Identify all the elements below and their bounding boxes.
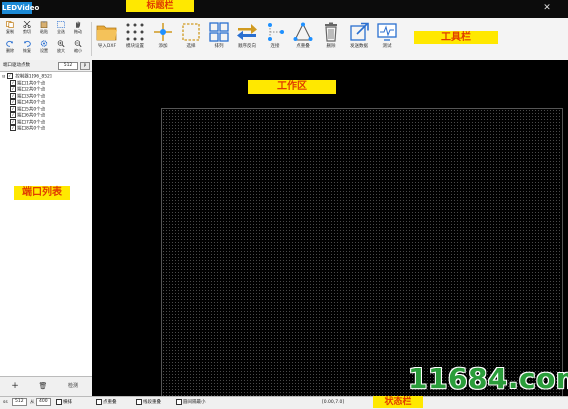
hand-icon	[76, 21, 81, 28]
title-bar-annotation: 标题栏	[126, 0, 194, 12]
tree-checkbox[interactable]: ✓	[10, 112, 16, 118]
port-points-label: 端口驱动点数	[3, 63, 30, 68]
select-button[interactable]: 选择	[177, 20, 205, 58]
zoom-out-button[interactable]: 缩小	[71, 39, 85, 57]
tree-checkbox[interactable]: ✓	[10, 118, 16, 125]
port-points-header: 端口驱动点数 512 P	[0, 60, 92, 72]
status-check-4[interactable]: 圆间隔最小	[176, 397, 206, 408]
tree-item-port-8[interactable]: ✓ 端口8共0个点	[2, 125, 90, 132]
connect-icon	[268, 23, 284, 41]
add-button[interactable]: 添加	[149, 20, 177, 58]
module-grid-icon	[126, 23, 144, 41]
delete-port-button[interactable]: 🗑	[34, 380, 52, 393]
test-button[interactable]: 测试	[373, 20, 401, 58]
status-field-2[interactable]: 400	[36, 397, 51, 406]
restore-icon	[24, 40, 31, 47]
delete-small-button[interactable]: 删除	[3, 39, 17, 57]
tree-checkbox[interactable]: ✓	[10, 79, 16, 86]
port-list-annotation: 端口列表	[14, 186, 70, 200]
tree-checkbox[interactable]: ✓	[10, 92, 16, 99]
toolbar-annotation: 工具栏	[414, 31, 498, 44]
port-points-field[interactable]: 512	[58, 62, 78, 70]
folder-icon	[96, 25, 117, 41]
cut-icon	[23, 21, 31, 28]
delete-button[interactable]: 删除	[317, 20, 345, 58]
drag-button[interactable]: 拖动	[71, 20, 85, 38]
port-tree: ⊟ ✓ 控制器1[96_852] ✓ 端口1共0个点 ✓ 端口2共0个点 ✓ 端口3共…	[2, 73, 90, 132]
site-watermark: 11684.com	[408, 362, 568, 395]
status-check-3[interactable]: 线段重叠	[136, 397, 161, 408]
zoom-out-icon	[74, 40, 82, 47]
restore-button[interactable]: 恢复	[20, 39, 34, 57]
port-points-apply-button[interactable]: P	[80, 62, 90, 70]
title-bar: LEDVideo ✕	[0, 0, 568, 18]
status-field-1[interactable]: 512	[12, 397, 27, 406]
module-settings-button[interactable]: 模块设置	[121, 20, 149, 58]
tree-checkbox[interactable]: ✓	[10, 86, 16, 92]
status-label-2: 从	[30, 400, 35, 405]
select-icon	[182, 23, 200, 41]
work-area[interactable]	[92, 60, 568, 398]
toolbar-divider	[91, 22, 92, 56]
send-data-button[interactable]: 发送数据	[345, 20, 373, 58]
paste-button[interactable]: 粘贴	[37, 20, 51, 38]
select-all-icon	[57, 21, 65, 28]
test-icon	[377, 23, 397, 41]
settings-button[interactable]: 设置	[37, 39, 51, 57]
import-dxf-button[interactable]: 导入DXF	[93, 20, 121, 58]
work-area-annotation: 工作区	[248, 80, 336, 94]
add-icon	[154, 23, 172, 41]
delete-icon	[6, 40, 13, 47]
cursor-coordinates: [0.00,7.0]	[322, 400, 345, 405]
port-list-panel: 端口驱动点数 512 P ⊟ ✓ 控制器1[96_852] ✓ 端口1共0个点 ✓…	[0, 60, 93, 397]
status-bar-annotation: 状态栏	[373, 396, 423, 408]
point-overlap-icon	[293, 22, 313, 41]
settings-icon	[40, 40, 48, 47]
tree-toggle-icon[interactable]: ⊟	[2, 74, 5, 79]
copy-button[interactable]: 复制	[3, 20, 17, 38]
led-grid-canvas[interactable]	[161, 108, 563, 398]
send-icon	[350, 22, 369, 41]
arrange-icon	[209, 22, 229, 42]
select-all-button[interactable]: 全选	[54, 20, 68, 38]
zoom-in-icon	[57, 40, 65, 47]
paste-icon	[40, 21, 48, 28]
tree-checkbox[interactable]: ✓	[10, 125, 16, 131]
tree-checkbox[interactable]: ✓	[10, 99, 16, 105]
status-check-1[interactable]: 横排	[56, 397, 72, 408]
reverse-icon	[237, 24, 257, 40]
port-list-footer: + 🗑 检测	[0, 376, 92, 397]
status-check-2[interactable]: 点重叠	[96, 397, 117, 408]
status-label: ss	[3, 400, 8, 405]
point-overlap-button[interactable]: 点重叠	[289, 20, 317, 58]
copy-icon	[6, 21, 14, 28]
mini-toolbar: 复制 剪切 粘贴 全选 拖动 删除 恢复 设置 放大 缩小	[3, 20, 91, 58]
reverse-order-button[interactable]: 顺序反向	[233, 20, 261, 58]
add-port-button[interactable]: +	[6, 380, 24, 393]
trash-icon	[325, 22, 337, 42]
cut-button[interactable]: 剪切	[20, 20, 34, 38]
connect-button[interactable]: 连接	[261, 20, 289, 58]
tree-checkbox[interactable]: ✓	[10, 105, 16, 112]
close-button[interactable]: ✕	[540, 2, 554, 14]
app-logo: LEDVideo	[2, 2, 40, 14]
check-button[interactable]: 检测	[60, 380, 86, 393]
arrange-button[interactable]: 排列	[205, 20, 233, 58]
zoom-in-button[interactable]: 放大	[54, 39, 68, 57]
tree-checkbox[interactable]: ✓	[6, 73, 13, 79]
status-bar: ss 512 从 400 横排 点重叠 线段重叠 圆间隔最小 [0.00,7.0…	[0, 396, 568, 409]
